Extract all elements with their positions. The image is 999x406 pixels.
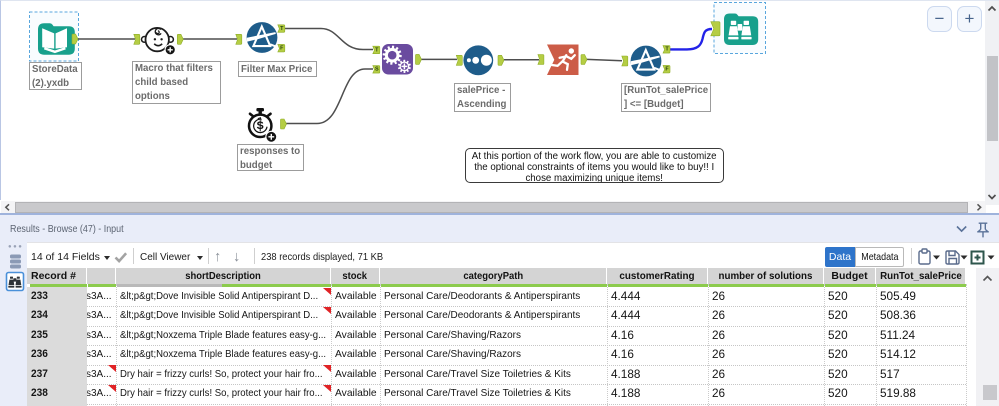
svg-text:S: S [375, 67, 379, 73]
